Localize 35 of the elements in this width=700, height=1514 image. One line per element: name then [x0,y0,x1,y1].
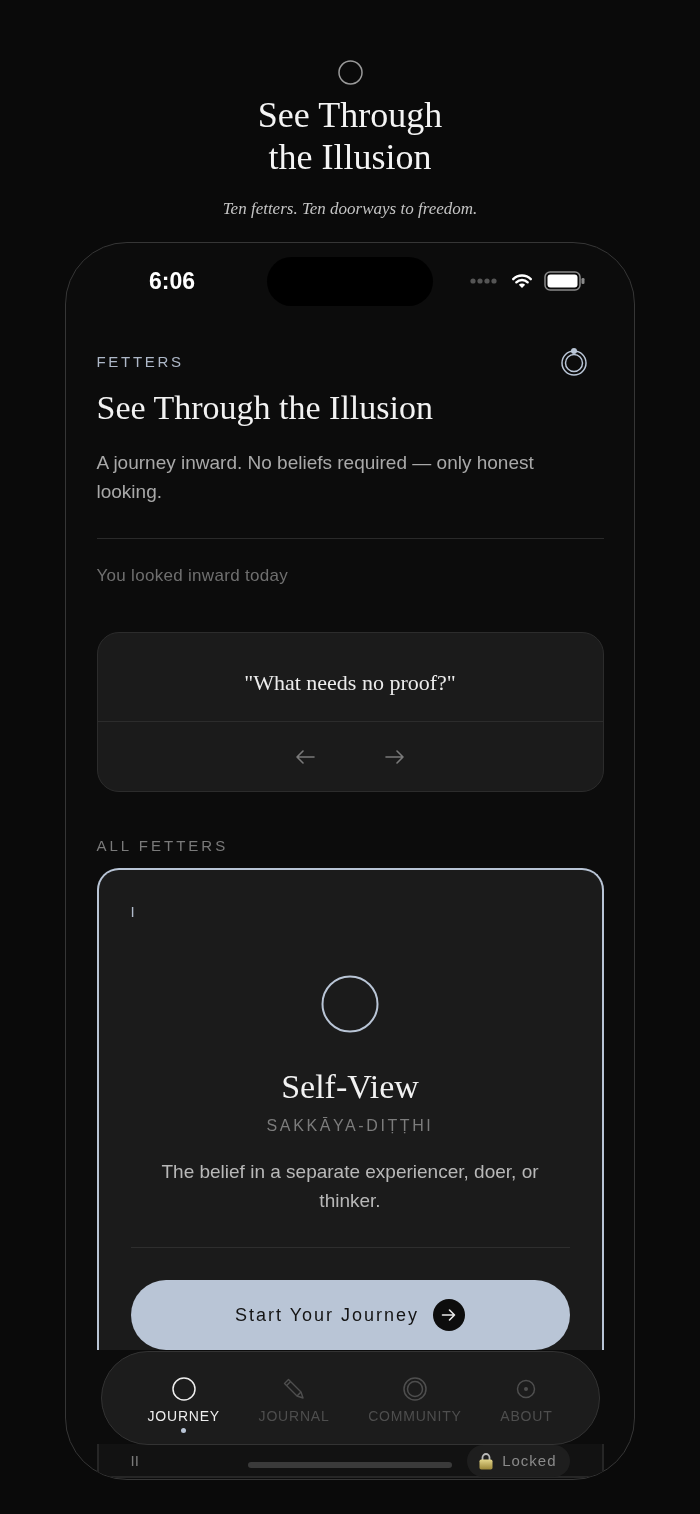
screen-description: A journey inward. No beliefs required — only honest looking. [96,450,535,504]
locked-label: Locked [502,1452,557,1470]
pencil-icon [282,1376,307,1401]
next-button[interactable] [385,749,405,764]
screen-title: See Through the Illusion [96,388,434,428]
status-time: 6:06 [148,267,195,295]
fetter-numeral: I [130,902,135,922]
page-title: See Through the Illusion [256,94,444,178]
ring-icon[interactable] [559,348,588,376]
arrow-right-icon [433,1298,466,1331]
prompt-quote: "What needs no proof?" [243,669,457,697]
fetter-name: Self-View [280,1067,420,1107]
circle-icon [337,60,363,85]
fetter-card[interactable]: I Self-View SAKKĀYA-DIṬṬHI The belief in a separate experiencer, doer, or thinker. Start Your Journey [96,868,604,1350]
start-journey-button[interactable]: Start Your Journey [130,1279,570,1350]
right-arrow-icon [385,749,405,764]
fetter-pali-name: SAKKĀYA-DIṬṬHI [265,1116,435,1136]
fetter-card[interactable]: II Locked [96,1444,604,1478]
double-ring-icon [402,1376,427,1401]
circle-icon [171,1376,196,1401]
fetter-numeral: II [130,1451,139,1471]
streak-note: You looked inward today [96,566,290,586]
left-arrow-icon [295,749,315,764]
wifi-icon [511,273,533,289]
section-eyebrow: FETTERS [96,352,184,372]
nav-tab[interactable]: JOURNEY [147,1376,220,1433]
section-label: ALL FETTERS [96,836,230,856]
previous-button[interactable] [295,749,315,764]
signal-icon [470,278,497,284]
selected-dot-icon [181,1427,187,1433]
fetter-description: The belief in a separate experiencer, doer, or thinker. [160,1159,540,1213]
lock-icon [479,1452,494,1470]
circle-icon [321,975,379,1033]
page-subtitle: Ten fetters. Ten doorways to freedom. [222,198,478,220]
battery-icon [544,271,585,291]
